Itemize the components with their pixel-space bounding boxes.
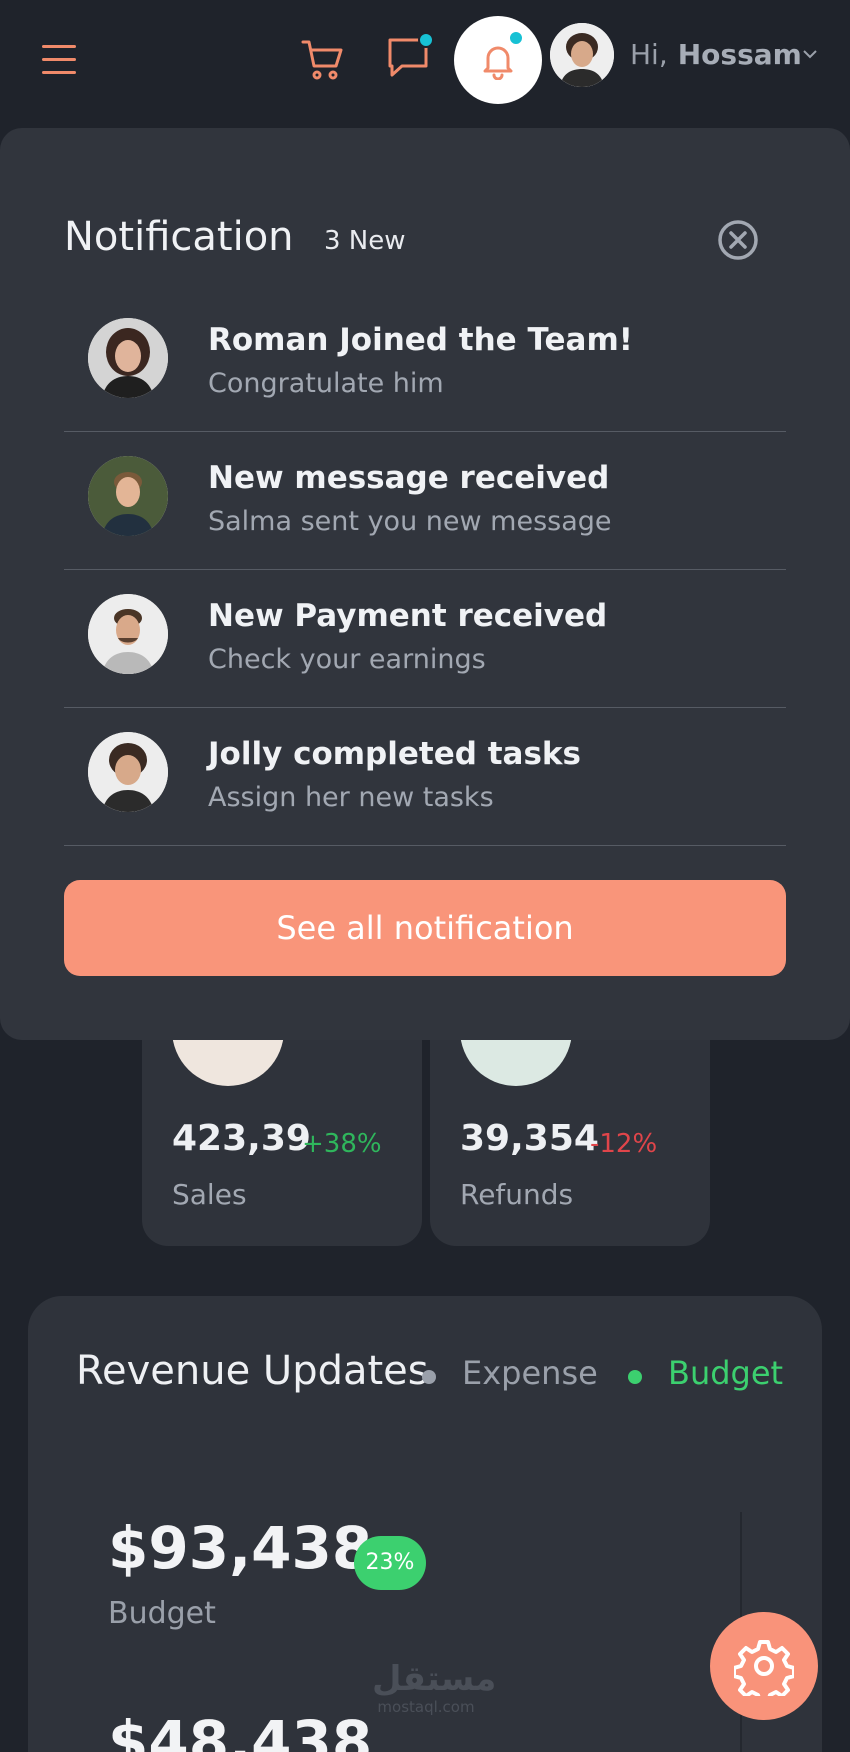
cart-icon[interactable] — [300, 38, 346, 82]
notification-title: Jolly completed tasks — [208, 736, 581, 772]
refunds-value: 39,354 — [460, 1118, 599, 1159]
sales-change: +38% — [302, 1129, 382, 1159]
legend-expense[interactable]: Expense — [422, 1354, 598, 1392]
greeting-text: Hi, — [630, 38, 668, 71]
notification-subtitle: Check your earnings — [208, 644, 486, 675]
notification-item[interactable]: Roman Joined the Team! Congratulate him — [64, 294, 786, 432]
avatar — [88, 594, 168, 674]
budget-badge: 23% — [354, 1536, 426, 1590]
top-bar: Hi, Hossam — [0, 0, 850, 118]
legend-expense-label: Expense — [462, 1354, 598, 1392]
bell-icon — [483, 46, 513, 80]
sales-label: Sales — [172, 1178, 247, 1211]
panel-title: Notification — [64, 214, 294, 260]
notification-unread-dot — [508, 30, 524, 46]
notification-item[interactable]: New Payment received Check your earnings — [64, 570, 786, 708]
refunds-change: -12% — [590, 1129, 658, 1159]
avatar — [88, 732, 168, 812]
notification-title: New message received — [208, 460, 610, 496]
user-avatar[interactable] — [550, 23, 614, 87]
notification-title: New Payment received — [208, 598, 608, 634]
notification-title: Roman Joined the Team! — [208, 322, 633, 358]
budget-label: Budget — [108, 1596, 216, 1631]
user-name: Hossam — [677, 38, 802, 71]
settings-button[interactable] — [710, 1612, 818, 1720]
watermark-latin: mostaql.com — [377, 1698, 475, 1716]
avatar — [88, 456, 168, 536]
gear-icon — [734, 1640, 794, 1696]
budget-value: $93,438 — [108, 1514, 373, 1582]
new-count: 3 New — [324, 226, 406, 256]
watermark-logo: مستقل mostaql.com — [372, 1659, 497, 1716]
avatar — [88, 318, 168, 398]
refunds-label: Refunds — [460, 1178, 574, 1211]
notification-panel: Notification 3 New Roman Joined the Team… — [0, 128, 850, 1040]
notification-subtitle: Salma sent you new message — [208, 506, 612, 537]
notification-item[interactable]: New message received Salma sent you new … — [64, 432, 786, 570]
notification-list: Roman Joined the Team! Congratulate him … — [64, 294, 786, 846]
legend-budget-label: Budget — [668, 1354, 784, 1392]
notification-subtitle: Assign her new tasks — [208, 782, 494, 813]
notification-button[interactable] — [454, 16, 542, 104]
expense-dot-icon — [422, 1370, 436, 1384]
revenue-title: Revenue Updates — [76, 1348, 429, 1394]
expense-value: $48,438 — [108, 1708, 373, 1752]
chat-icon[interactable] — [386, 32, 434, 82]
menu-icon[interactable] — [42, 44, 78, 74]
budget-dot-icon — [628, 1370, 642, 1384]
sales-value: 423,39 — [172, 1118, 311, 1159]
greeting[interactable]: Hi, Hossam — [630, 38, 802, 71]
notification-subtitle: Congratulate him — [208, 368, 444, 399]
watermark-arabic: مستقل — [372, 1659, 497, 1699]
chevron-down-icon[interactable] — [802, 48, 818, 60]
close-icon[interactable] — [716, 218, 760, 262]
notification-item[interactable]: Jolly completed tasks Assign her new tas… — [64, 708, 786, 846]
legend-budget[interactable]: Budget — [628, 1354, 783, 1392]
chat-unread-dot — [418, 32, 434, 48]
see-all-notifications-button[interactable]: See all notification — [64, 880, 786, 976]
